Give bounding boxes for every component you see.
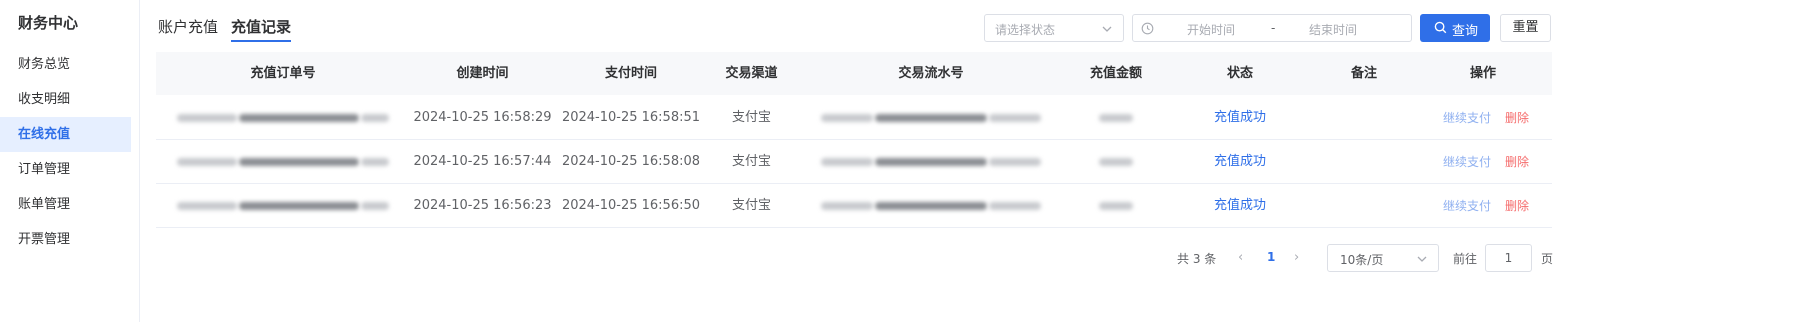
paid-time-cell: 2024-10-25 16:58:08 (561, 154, 701, 169)
column-header-created-time: 创建时间 (456, 66, 509, 81)
query-button[interactable]: 查询 (1420, 14, 1490, 42)
amount-cell-redacted (1066, 96, 1166, 140)
continue-pay-link[interactable]: 继续支付 (1443, 96, 1491, 140)
status-badge: 充值成功 (1213, 110, 1266, 125)
order-no-cell-redacted (156, 140, 410, 184)
channel-cell: 支付宝 (731, 154, 771, 169)
order-no-cell-redacted (156, 96, 410, 140)
column-header-order-no: 充值订单号 (250, 66, 316, 81)
sidebar-item-bills[interactable]: 账单管理 (0, 187, 131, 222)
page-suffix-label: 页 (1541, 252, 1554, 266)
column-header-channel: 交易渠道 (725, 66, 778, 81)
chevron-down-icon (1101, 23, 1113, 39)
transaction-no-cell-redacted (796, 184, 1066, 228)
sidebar-item-invoices[interactable]: 开票管理 (0, 222, 131, 257)
created-time-cell: 2024-10-25 16:57:44 (413, 154, 552, 169)
sidebar-item-online-recharge[interactable]: 在线充值 (0, 117, 131, 152)
channel-cell: 支付宝 (731, 110, 771, 125)
table-row: 2024-10-25 16:58:29 2024-10-25 16:58:51 … (156, 96, 1552, 140)
created-time-cell: 2024-10-25 16:56:23 (413, 198, 552, 213)
next-page-icon[interactable]: › (1294, 250, 1299, 265)
channel-cell: 支付宝 (731, 198, 771, 213)
goto-page-input[interactable]: 1 (1485, 244, 1532, 272)
delete-link[interactable]: 删除 (1505, 96, 1529, 140)
page-size-value: 10条/页 (1340, 253, 1384, 267)
search-icon (1434, 21, 1447, 38)
date-separator: - (1271, 21, 1276, 35)
status-select[interactable]: 请选择状态 (984, 14, 1124, 42)
goto-label: 前往 (1453, 252, 1478, 266)
sidebar: 财务中心 财务总览 收支明细 在线充值 订单管理 账单管理 开票管理 (0, 0, 140, 322)
column-header-status: 状态 (1226, 66, 1253, 81)
table-row: 2024-10-25 16:57:44 2024-10-25 16:58:08 … (156, 140, 1552, 184)
continue-pay-link[interactable]: 继续支付 (1443, 140, 1491, 184)
reset-button[interactable]: 重置 (1500, 14, 1551, 42)
chevron-down-icon (1416, 253, 1428, 269)
tab-recharge-records[interactable]: 充值记录 (231, 16, 292, 42)
sidebar-title: 财务中心 (18, 14, 79, 32)
column-header-amount: 充值金额 (1089, 66, 1142, 81)
table-header: 充值订单号 创建时间 支付时间 交易渠道 交易流水号 充值金额 状态 备注 操作 (156, 52, 1552, 95)
prev-page-icon[interactable]: ‹ (1238, 250, 1243, 265)
page-size-select[interactable]: 10条/页 (1327, 244, 1439, 272)
end-date-input[interactable]: 结束时间 (1309, 21, 1357, 38)
column-header-transaction-no: 交易流水号 (898, 66, 964, 81)
sidebar-item-overview[interactable]: 财务总览 (0, 47, 131, 82)
transaction-no-cell-redacted (796, 96, 1066, 140)
order-no-cell-redacted (156, 184, 410, 228)
column-header-paid-time: 支付时间 (604, 66, 657, 81)
amount-cell-redacted (1066, 140, 1166, 184)
sidebar-item-income-expense[interactable]: 收支明细 (0, 82, 131, 117)
query-button-label: 查询 (1452, 24, 1479, 39)
clock-icon (1141, 22, 1154, 39)
remark-cell (1314, 96, 1414, 140)
delete-link[interactable]: 删除 (1505, 140, 1529, 184)
status-select-placeholder: 请选择状态 (995, 23, 1056, 37)
remark-cell (1314, 140, 1414, 184)
tab-account-recharge[interactable]: 账户充值 (158, 16, 218, 42)
status-badge: 充值成功 (1213, 154, 1266, 169)
remark-cell (1314, 184, 1414, 228)
sidebar-item-orders[interactable]: 订单管理 (0, 152, 131, 187)
status-badge: 充值成功 (1213, 198, 1266, 213)
date-range-picker[interactable]: 开始时间 - 结束时间 (1132, 14, 1412, 42)
created-time-cell: 2024-10-25 16:58:29 (413, 110, 552, 125)
paid-time-cell: 2024-10-25 16:56:50 (561, 198, 701, 213)
pagination-total: 共 3 条 (1177, 252, 1217, 266)
amount-cell-redacted (1066, 184, 1166, 228)
column-header-actions: 操作 (1469, 66, 1496, 81)
start-date-input[interactable]: 开始时间 (1187, 21, 1235, 38)
table-row: 2024-10-25 16:56:23 2024-10-25 16:56:50 … (156, 184, 1552, 228)
continue-pay-link[interactable]: 继续支付 (1443, 184, 1491, 228)
paid-time-cell: 2024-10-25 16:58:51 (561, 110, 701, 125)
page-number-current[interactable]: 1 (1267, 250, 1275, 264)
transaction-no-cell-redacted (796, 140, 1066, 184)
column-header-remark: 备注 (1350, 66, 1377, 81)
delete-link[interactable]: 删除 (1505, 184, 1529, 228)
